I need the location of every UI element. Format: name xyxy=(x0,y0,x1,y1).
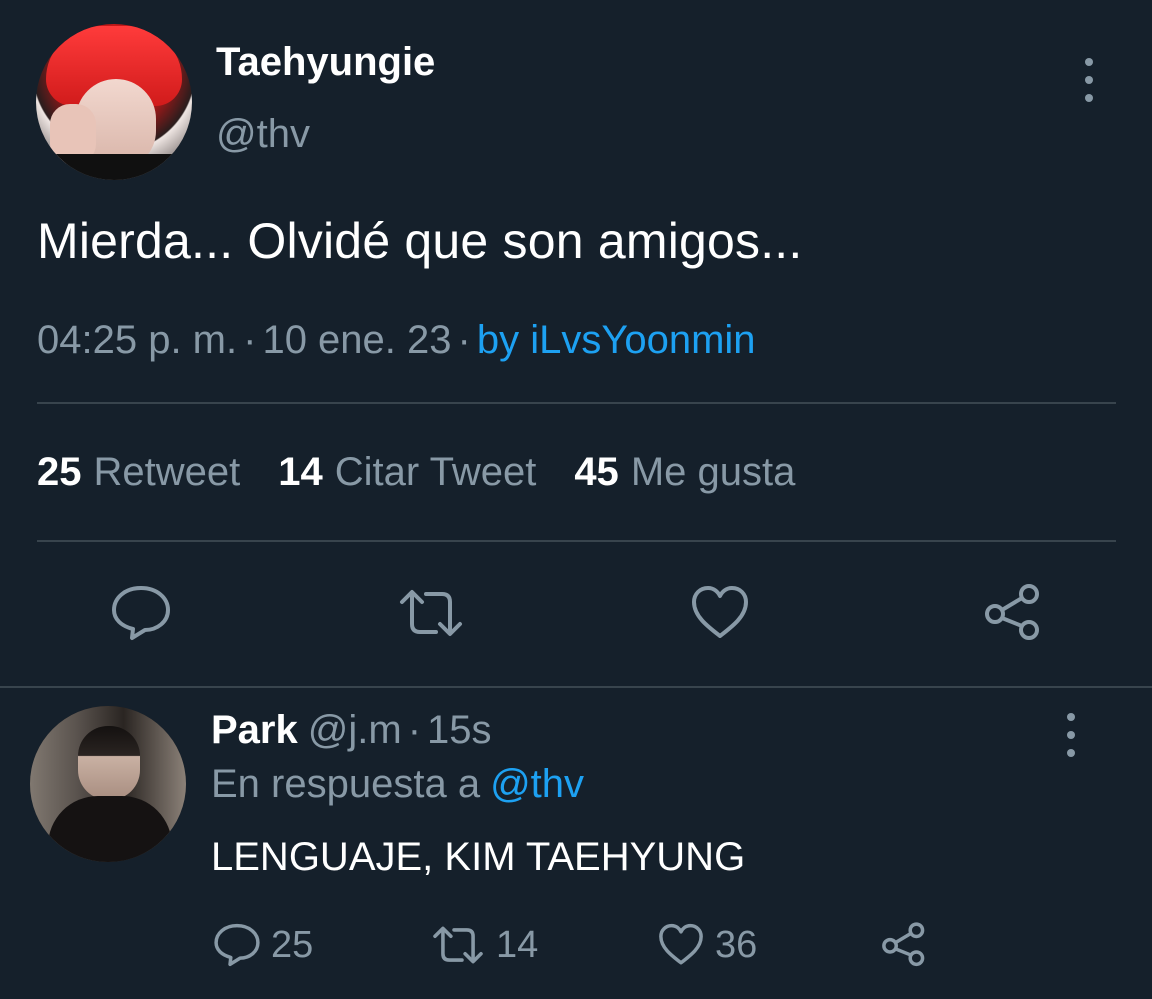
share-icon xyxy=(882,922,925,967)
tweet-source-link[interactable]: by iLvsYoonmin xyxy=(477,318,756,362)
more-options-icon[interactable] xyxy=(1079,58,1099,102)
quotes-label: Citar Tweet xyxy=(334,450,537,494)
reply-icon xyxy=(112,586,170,640)
reply-button[interactable] xyxy=(110,584,172,642)
divider xyxy=(0,686,1152,688)
retweet-icon xyxy=(400,590,462,636)
in-reply-to: En respuesta a @thv xyxy=(211,762,584,807)
reply-reply-button[interactable]: 25 xyxy=(213,922,313,968)
tweet-text: Mierda... Olvidé que son amigos... xyxy=(37,213,803,269)
tweet-meta: 04:25 p. m. · 10 ene. 23 · by iLvsYoonmin xyxy=(37,318,756,363)
retweets-count: 25 xyxy=(37,450,82,494)
reply-separator: · xyxy=(407,708,422,752)
display-name[interactable]: Taehyungie xyxy=(216,40,435,85)
avatar-shirt xyxy=(36,154,192,180)
likes-count: 45 xyxy=(574,450,619,494)
reply-display-name[interactable]: Park xyxy=(211,708,298,752)
quotes-count: 14 xyxy=(278,450,323,494)
retweets-stat[interactable]: 25 Retweet xyxy=(37,450,240,495)
divider xyxy=(37,402,1116,404)
in-reply-prefix: En respuesta a xyxy=(211,762,481,806)
avatar-head xyxy=(78,726,140,800)
reply-count: 25 xyxy=(271,923,314,966)
share-button[interactable] xyxy=(982,584,1044,642)
reply-header: Park @j.m · 15s xyxy=(211,708,492,753)
likes-stat[interactable]: 45 Me gusta xyxy=(574,450,795,495)
heart-icon xyxy=(692,586,748,638)
reply-retweet-button[interactable]: 14 xyxy=(430,922,538,968)
tweet-time: 04:25 p. m. xyxy=(37,318,238,362)
reply-text: LENGUAJE, KIM TAEHYUNG xyxy=(211,835,746,879)
like-button[interactable] xyxy=(689,584,751,642)
retweet-button[interactable] xyxy=(396,584,466,642)
like-count: 36 xyxy=(715,923,758,966)
tweet-date: 10 ene. 23 xyxy=(262,318,452,362)
reply-avatar[interactable] xyxy=(30,706,186,862)
heart-icon xyxy=(659,923,703,965)
reply-timestamp: 15s xyxy=(427,708,492,752)
quotes-stat[interactable]: 14 Citar Tweet xyxy=(278,450,536,495)
likes-label: Me gusta xyxy=(630,450,796,494)
reply-icon xyxy=(214,923,260,967)
reply-more-options-icon[interactable] xyxy=(1061,713,1081,757)
share-icon xyxy=(985,584,1039,640)
reply-handle[interactable]: @j.m xyxy=(308,708,402,752)
avatar[interactable] xyxy=(36,24,192,180)
reply-like-button[interactable]: 36 xyxy=(657,922,757,968)
tweet-stats: 25 Retweet 14 Citar Tweet 45 Me gusta xyxy=(37,450,833,495)
in-reply-mention[interactable]: @thv xyxy=(490,762,584,806)
retweet-count: 14 xyxy=(496,923,539,966)
meta-separator: · xyxy=(457,318,471,362)
retweets-label: Retweet xyxy=(93,450,241,494)
meta-separator: · xyxy=(243,318,257,362)
retweet-icon xyxy=(433,926,483,964)
reply-share-button[interactable] xyxy=(880,922,938,968)
user-handle[interactable]: @thv xyxy=(216,112,310,157)
divider xyxy=(37,540,1116,542)
